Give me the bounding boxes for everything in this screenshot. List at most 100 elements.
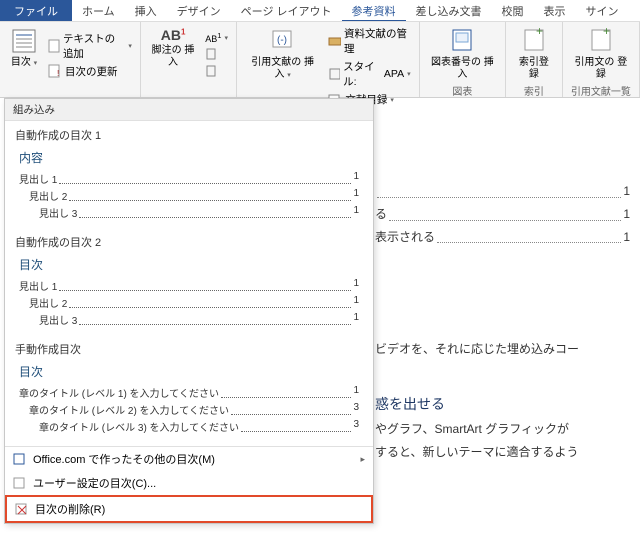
add-text-label: テキストの追加 xyxy=(63,31,125,61)
insert-citation-button[interactable]: (-) 引用文献の 挿入 ▾ xyxy=(243,25,322,108)
mark-citation-button[interactable]: + 引用文の 登録 xyxy=(569,25,633,83)
group-toc: 目次 ▾ + テキストの追加▾ ! 目次の更新 xyxy=(0,22,141,97)
insert-caption-button[interactable]: 図表番号の 挿入 xyxy=(426,25,499,83)
toc-gallery-auto1[interactable]: 自動作成の目次 1 内容 見出し 11 見出し 21 見出し 31 xyxy=(5,121,373,228)
toc-gallery-auto2[interactable]: 自動作成の目次 2 目次 見出し 1 1 見出し 2 1 見出し 3 1 xyxy=(5,228,373,335)
svg-text:+: + xyxy=(603,27,610,38)
toc-pg: 1 xyxy=(353,188,359,203)
toc-l3: 章のタイトル (レベル 3) を入力してください xyxy=(39,419,239,434)
chevron-down-icon: ▾ xyxy=(287,72,291,79)
insert-footnote-label: 脚注の 挿入 xyxy=(151,45,195,69)
toc-sample-heading: 目次 xyxy=(19,256,359,273)
group-label-toc xyxy=(6,84,134,96)
manage-sources-label: 資料文献の管理 xyxy=(344,26,411,56)
group-index: + 索引登録 索引 xyxy=(506,22,563,97)
toc-l2: 章のタイトル (レベル 2) を入力してください xyxy=(29,402,229,417)
chevron-down-icon: ▾ xyxy=(34,60,38,67)
style-dropdown[interactable]: スタイル: APA▾ xyxy=(326,58,412,90)
chevron-down-icon: ▾ xyxy=(224,34,228,42)
add-text-button[interactable]: + テキストの追加▾ xyxy=(46,30,134,62)
dd-office-label: Office.com で作ったその他の目次(M) xyxy=(33,451,215,467)
endnote-icon xyxy=(205,47,219,61)
tab-mailings[interactable]: 差し込み文書 xyxy=(406,0,492,21)
chevron-right-icon: ▸ xyxy=(360,454,365,465)
office-icon xyxy=(13,452,27,466)
svg-text:(-): (-) xyxy=(277,35,287,46)
toc-dropdown: 組み込み 自動作成の目次 1 内容 見出し 11 見出し 21 見出し 31 自… xyxy=(4,98,374,524)
toc-button-label: 目次 xyxy=(11,57,31,68)
toc-pg: 1 xyxy=(353,385,359,400)
toc-l1: 見出し 1 xyxy=(19,278,57,293)
toc-gallery-manual[interactable]: 手動作成目次 目次 章のタイトル (レベル 1) を入力してください1 章のタイ… xyxy=(5,335,373,442)
doc-text: すると、新しいテーマに適合するよう xyxy=(375,445,579,459)
toc-l1: 見出し 1 xyxy=(19,171,57,186)
chevron-down-icon: ▾ xyxy=(407,70,411,78)
caption-icon xyxy=(448,27,476,55)
svg-text:!: ! xyxy=(57,69,59,78)
dd-remove-label: 目次の削除(R) xyxy=(35,501,105,517)
group-label-captions: 図表 xyxy=(426,83,499,99)
chevron-down-icon: ▾ xyxy=(128,42,132,50)
doc-heading: 惑を出せる xyxy=(375,391,630,418)
style-value: APA xyxy=(384,68,404,80)
footnote-opt3[interactable] xyxy=(203,63,230,79)
insert-citation-label: 引用文献の 挿入 xyxy=(251,57,314,80)
add-text-icon: + xyxy=(48,39,60,53)
tab-design[interactable]: デザイン xyxy=(167,0,231,21)
group-label-footnote xyxy=(147,84,230,96)
toc-pg: 1 xyxy=(353,171,359,186)
doc-pg: 1 xyxy=(623,180,630,203)
tab-references[interactable]: 参考資料 xyxy=(342,0,406,21)
doc-frag: 表示される xyxy=(375,226,435,249)
tab-signin[interactable]: サイン xyxy=(576,0,629,21)
show-notes-icon xyxy=(205,64,219,78)
toc-pg: 1 xyxy=(353,312,359,327)
style-icon xyxy=(328,67,340,81)
mark-index-entry-button[interactable]: + 索引登録 xyxy=(512,25,556,83)
tab-view[interactable]: 表示 xyxy=(534,0,576,21)
toc-pg: 1 xyxy=(353,295,359,310)
group-citation: (-) 引用文献の 挿入 ▾ 資料文献の管理 スタイル: APA▾ 文献目録▾ xyxy=(237,22,420,97)
group-label-index: 索引 xyxy=(512,83,556,99)
index-icon: + xyxy=(520,27,548,55)
dd-office-more[interactable]: Office.com で作ったその他の目次(M) ▸ xyxy=(5,447,373,471)
doc-frag: る xyxy=(375,203,387,226)
custom-toc-icon xyxy=(13,476,27,490)
update-toc-icon: ! xyxy=(48,64,62,78)
mark-index-label: 索引登録 xyxy=(516,57,552,81)
update-toc-button[interactable]: ! 目次の更新 xyxy=(46,63,134,80)
footnote-ab-icon: AB1 xyxy=(161,27,186,43)
mark-citation-label: 引用文の 登録 xyxy=(573,57,629,81)
manage-sources-icon xyxy=(328,34,341,48)
manage-sources-button[interactable]: 資料文献の管理 xyxy=(326,25,412,57)
dd-builtin-header: 組み込み xyxy=(5,99,373,121)
footnote-opt2[interactable] xyxy=(203,46,230,62)
dd-custom-toc[interactable]: ユーザー設定の目次(C)... xyxy=(5,471,373,495)
group-footnote: AB1 脚注の 挿入 AB1▾ xyxy=(141,22,237,97)
tab-insert[interactable]: 挿入 xyxy=(125,0,167,21)
toc-button[interactable]: 目次 ▾ xyxy=(6,25,42,84)
insert-footnote-button[interactable]: AB1 脚注の 挿入 xyxy=(147,25,199,84)
gallery-title-manual: 手動作成目次 xyxy=(15,341,363,357)
toc-icon xyxy=(10,27,38,55)
toc-l3: 見出し 3 xyxy=(39,205,77,220)
toc-pg: 1 xyxy=(353,278,359,293)
toc-l3: 見出し 3 xyxy=(39,312,77,327)
tab-file[interactable]: ファイル xyxy=(0,0,72,21)
toc-pg: 1 xyxy=(353,205,359,220)
gallery-title-auto1: 自動作成の目次 1 xyxy=(15,127,363,143)
tab-home[interactable]: ホーム xyxy=(72,0,125,21)
toc-l2: 見出し 2 xyxy=(29,295,67,310)
dd-remove-toc[interactable]: 目次の削除(R) xyxy=(5,495,373,523)
ribbon-tabbar: ファイル ホーム 挿入 デザイン ページ レイアウト 参考資料 差し込み文書 校… xyxy=(0,0,640,22)
gallery-title-auto2: 自動作成の目次 2 xyxy=(15,234,363,250)
group-captions: 図表番号の 挿入 図表 xyxy=(420,22,506,97)
footnote-opt1[interactable]: AB1▾ xyxy=(203,30,230,45)
toc-sample-heading: 目次 xyxy=(19,363,359,380)
tab-layout[interactable]: ページ レイアウト xyxy=(231,0,342,21)
tab-review[interactable]: 校閲 xyxy=(492,0,534,21)
remove-toc-icon xyxy=(15,502,29,516)
ribbon: 目次 ▾ + テキストの追加▾ ! 目次の更新 AB1 脚注の 挿入 xyxy=(0,22,640,98)
style-label: スタイル: xyxy=(343,59,381,89)
doc-text: ビデオを、それに応じた埋め込みコー xyxy=(375,342,579,356)
